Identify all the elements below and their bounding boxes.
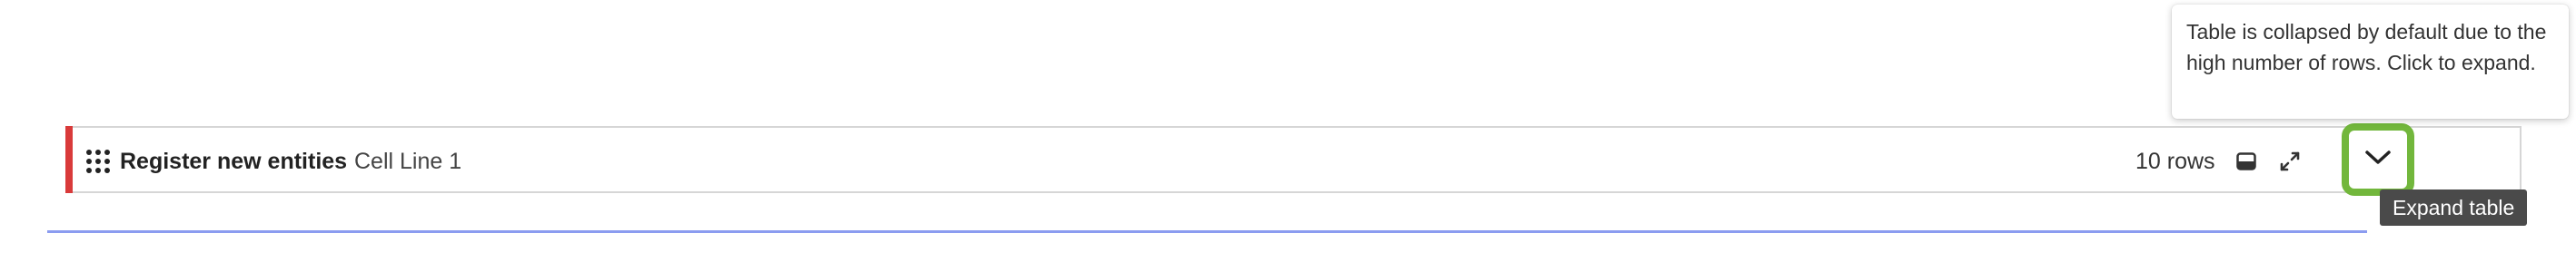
grid-dots-icon[interactable] (85, 149, 111, 174)
expand-table-hover-label: Expand table (2380, 189, 2528, 226)
table-subtitle: Cell Line 1 (354, 149, 462, 174)
status-accent-bar (65, 126, 73, 193)
expand-table-button[interactable] (2342, 123, 2414, 196)
chevron-down-icon (2364, 149, 2392, 171)
panel-collapse-icon[interactable] (2233, 148, 2260, 175)
tooltip-text: Table is collapsed by default due to the… (2186, 20, 2547, 74)
canvas: Register new entities Cell Line 1 10 row… (0, 0, 2576, 272)
collapsed-info-tooltip: Table is collapsed by default due to the… (2172, 5, 2569, 119)
row-count-label: 10 rows (2135, 149, 2215, 174)
expand-arrows-icon[interactable] (2276, 148, 2304, 175)
table-header-bar: Register new entities Cell Line 1 10 row… (65, 126, 2522, 193)
table-title: Register new entities (120, 149, 348, 174)
section-divider (47, 230, 2367, 233)
